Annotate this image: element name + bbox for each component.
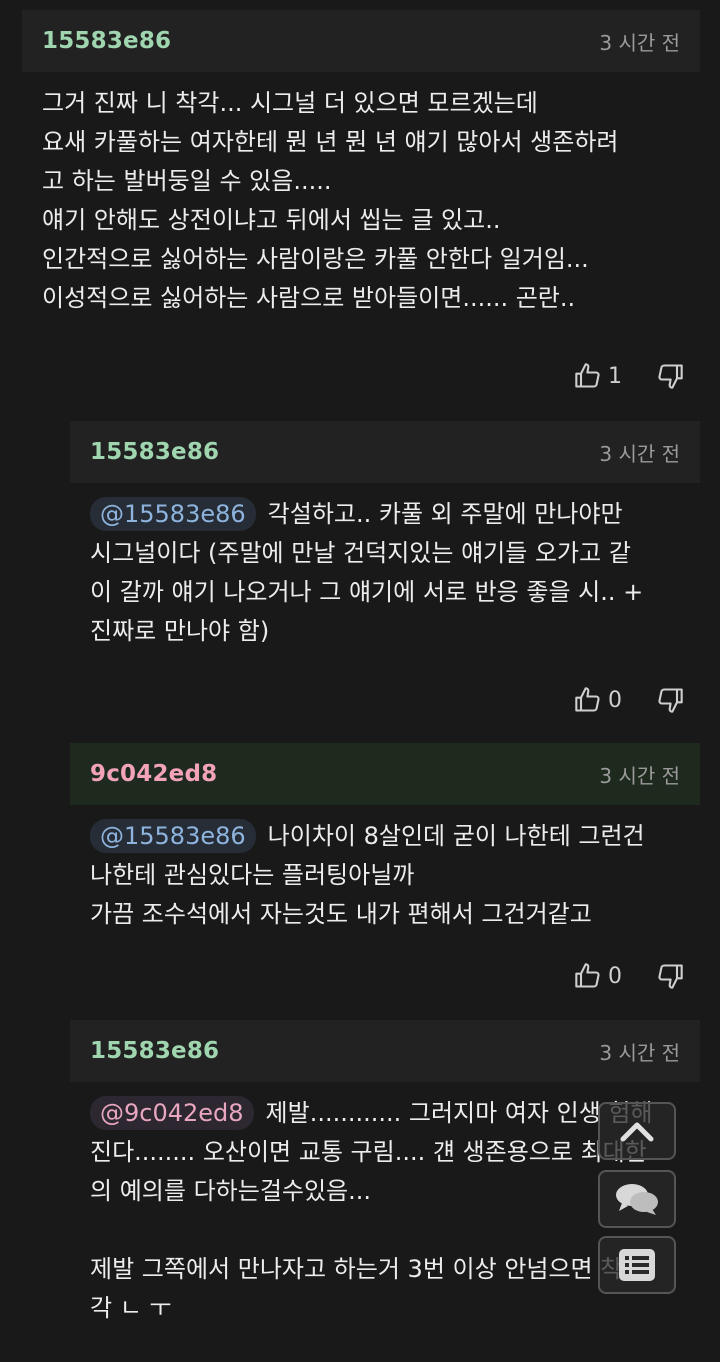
reply-header: 9c042ed8 3 시간 전	[70, 743, 700, 805]
thumbs-up-icon[interactable]	[574, 962, 602, 990]
thumbs-down-icon[interactable]	[656, 362, 684, 390]
reply-text-block: @15583e86 나이차이 8살인데 굳이 나한테 그런건 나한테 관심있다는 …	[90, 817, 710, 934]
scroll-top-button[interactable]	[598, 1102, 676, 1160]
list-icon	[619, 1249, 655, 1281]
thumbs-down-icon[interactable]	[656, 962, 684, 990]
chevron-up-icon	[620, 1122, 654, 1142]
reply-time: 3 시간 전	[599, 763, 680, 788]
comments-button[interactable]	[598, 1170, 676, 1228]
thumbs-down-icon[interactable]	[656, 686, 684, 714]
reply-text-block: @15583e86 각설하고.. 카풀 외 주말에 만나야만 시그널이다 (주말에…	[90, 495, 710, 651]
mention-tag[interactable]: @15583e86	[90, 819, 256, 853]
reply-username[interactable]: 15583e86	[90, 439, 219, 465]
reply-votes: 0	[574, 686, 684, 714]
comment-header: 15583e86 3 시간 전	[22, 10, 700, 72]
comment-time: 3 시간 전	[599, 30, 680, 55]
mention-tag[interactable]: @9c042ed8	[90, 1096, 254, 1130]
reply-time: 3 시간 전	[599, 441, 680, 466]
comment-text: 그거 진짜 니 착각... 시그널 더 있으면 모르겠는데 요새 카풀하는 여자…	[42, 89, 619, 312]
list-button[interactable]	[598, 1236, 676, 1294]
like-count: 0	[608, 687, 622, 713]
reply-username[interactable]: 9c042ed8	[90, 761, 217, 787]
comment-votes: 1	[574, 362, 684, 390]
comment-username[interactable]: 15583e86	[42, 28, 171, 54]
thumbs-up-icon[interactable]	[574, 362, 602, 390]
like-count: 0	[608, 963, 622, 989]
reply-text: 제발............ 그러지마 여자 인생 험해 진다........ …	[90, 1099, 653, 1322]
reply-header: 15583e86 3 시간 전	[70, 1020, 700, 1082]
reply-votes: 0	[574, 962, 684, 990]
reply-time: 3 시간 전	[599, 1040, 680, 1065]
like-count: 1	[608, 363, 622, 389]
mention-tag[interactable]: @15583e86	[90, 497, 256, 531]
reply-header: 15583e86 3 시간 전	[70, 421, 700, 483]
thumbs-up-icon[interactable]	[574, 686, 602, 714]
reply-username[interactable]: 15583e86	[90, 1038, 219, 1064]
chat-bubbles-icon	[616, 1184, 658, 1215]
